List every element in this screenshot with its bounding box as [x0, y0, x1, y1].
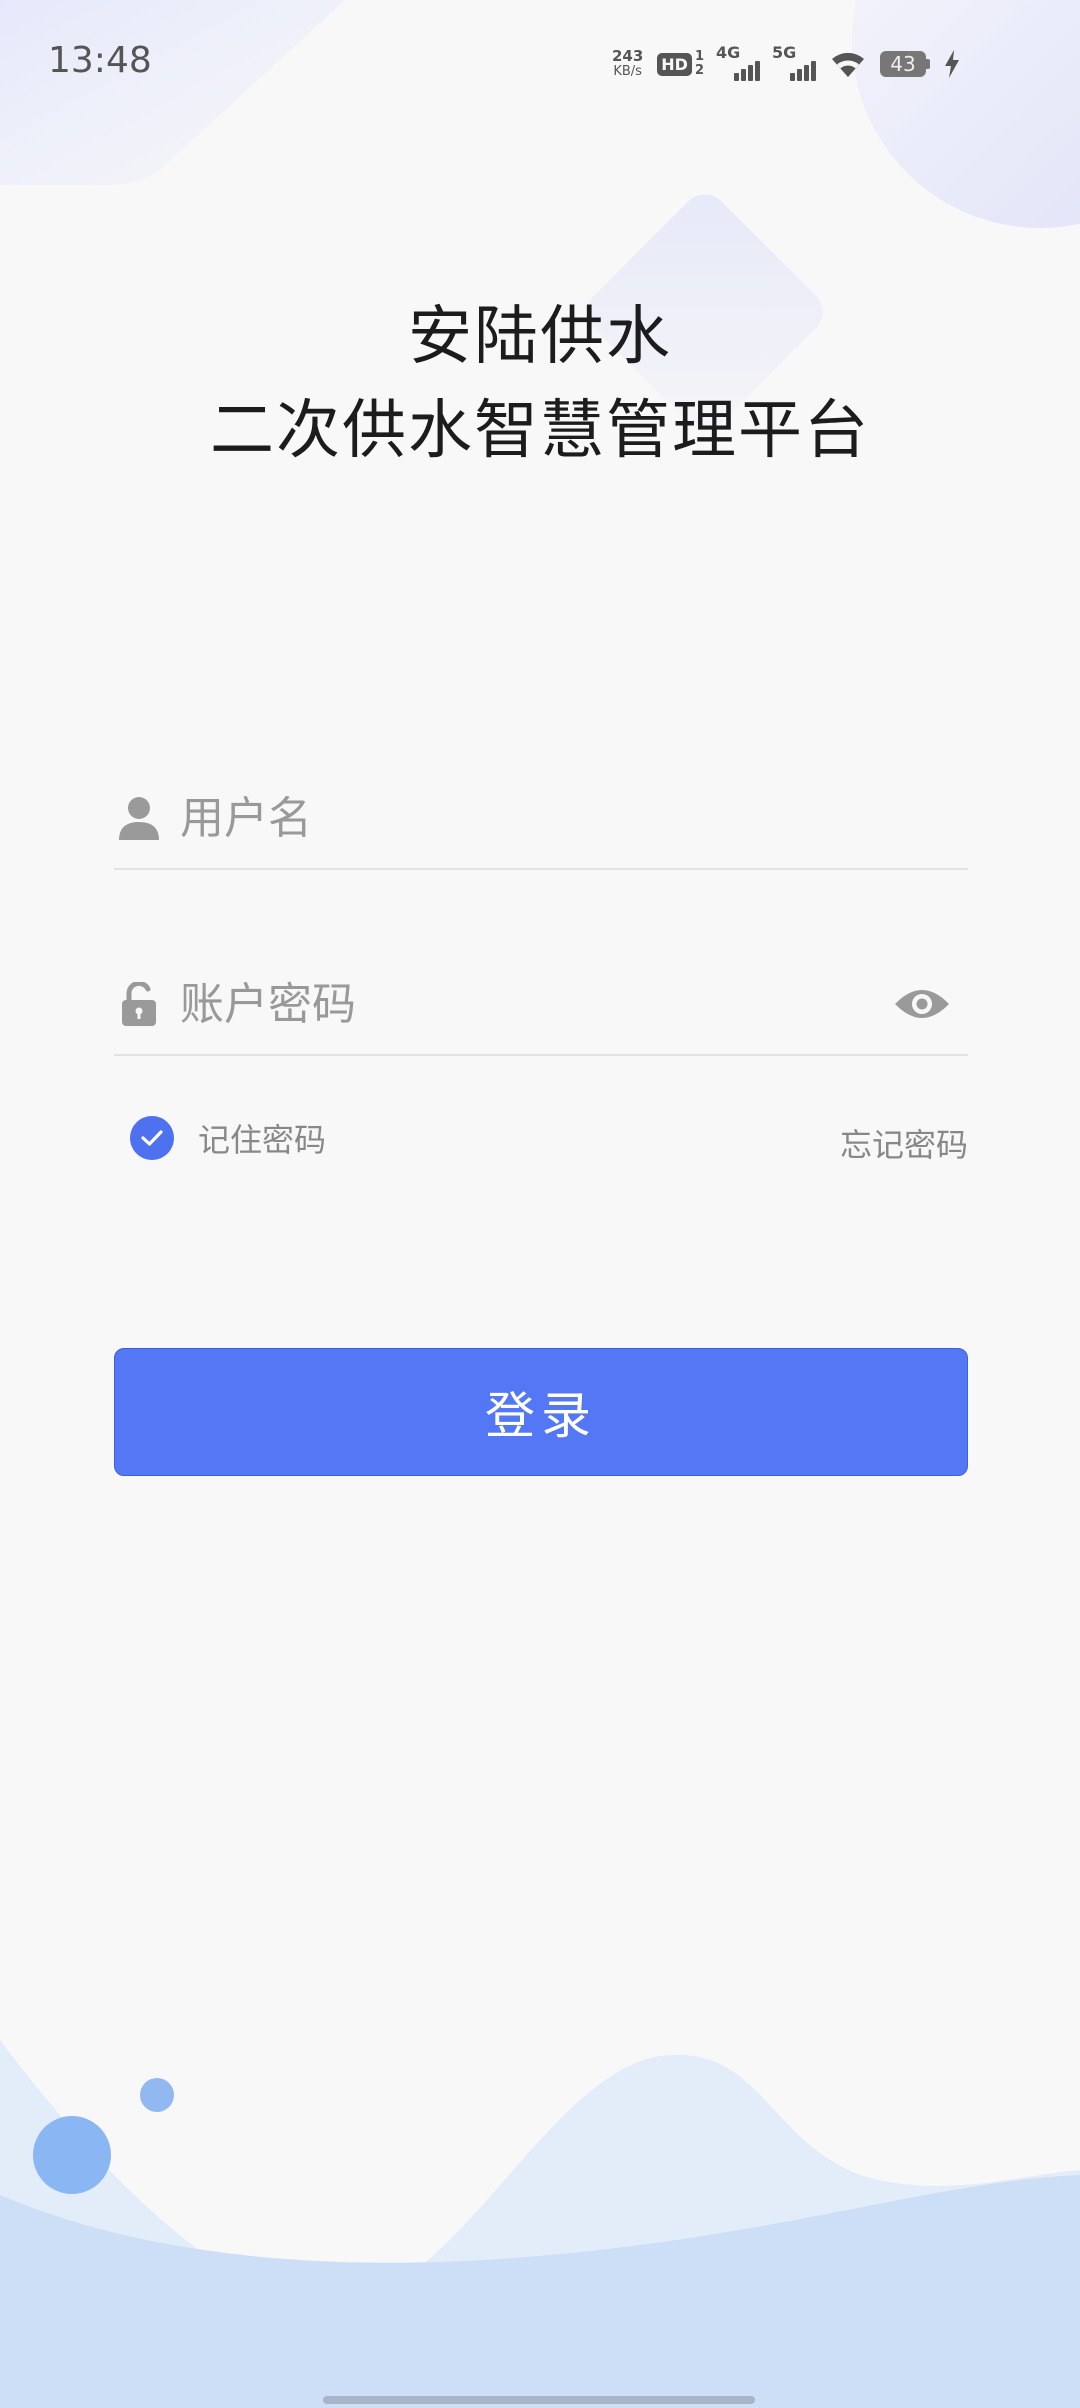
signal-4g-label: 4G — [716, 43, 741, 62]
hd-icon: HD 1 2 — [657, 50, 704, 78]
title-line-1: 安陆供水 — [408, 300, 672, 374]
hd-label: HD — [657, 52, 692, 76]
network-speed-value: 243 — [611, 47, 644, 65]
remember-password-label: 记住密码 — [198, 1121, 327, 1159]
password-input[interactable] — [178, 963, 892, 1045]
signal-5g-label: 5G — [772, 43, 797, 62]
status-time: 13:48 — [48, 40, 152, 81]
sim-top: 1 — [694, 49, 704, 64]
page-title: 安陆供水 二次供水智慧管理平台 — [0, 290, 1080, 478]
network-speed: 243 KB/s — [611, 47, 644, 80]
login-button[interactable]: 登录 — [114, 1348, 968, 1476]
network-speed-unit: KB/s — [613, 64, 642, 79]
user-icon — [116, 795, 162, 841]
lock-icon — [116, 981, 162, 1027]
title-line-2: 二次供水智慧管理平台 — [210, 394, 870, 468]
wifi-icon — [832, 52, 864, 77]
sim-indicators: 1 2 — [695, 50, 704, 78]
sim-bottom: 2 — [694, 63, 704, 78]
battery-level: 43 — [880, 51, 926, 77]
checkmark-icon — [130, 1116, 174, 1160]
username-input[interactable] — [178, 777, 968, 859]
forgot-password-link[interactable]: 忘记密码 — [840, 1120, 968, 1166]
signal-4g-icon: 4G — [716, 43, 760, 81]
status-bar: 13:48 243 KB/s HD 1 2 4G 5G 43 — [0, 0, 1080, 130]
password-field — [114, 954, 968, 1056]
battery-icon: 43 — [880, 51, 930, 77]
status-icons: 243 KB/s HD 1 2 4G 5G 43 — [611, 43, 960, 84]
username-field — [114, 768, 968, 870]
remember-password-checkbox[interactable]: 记住密码 — [130, 1115, 326, 1161]
signal-5g-icon: 5G — [772, 43, 816, 81]
home-indicator[interactable] — [323, 2396, 755, 2404]
show-password-eye-icon[interactable] — [892, 974, 952, 1034]
charging-icon — [945, 50, 959, 78]
